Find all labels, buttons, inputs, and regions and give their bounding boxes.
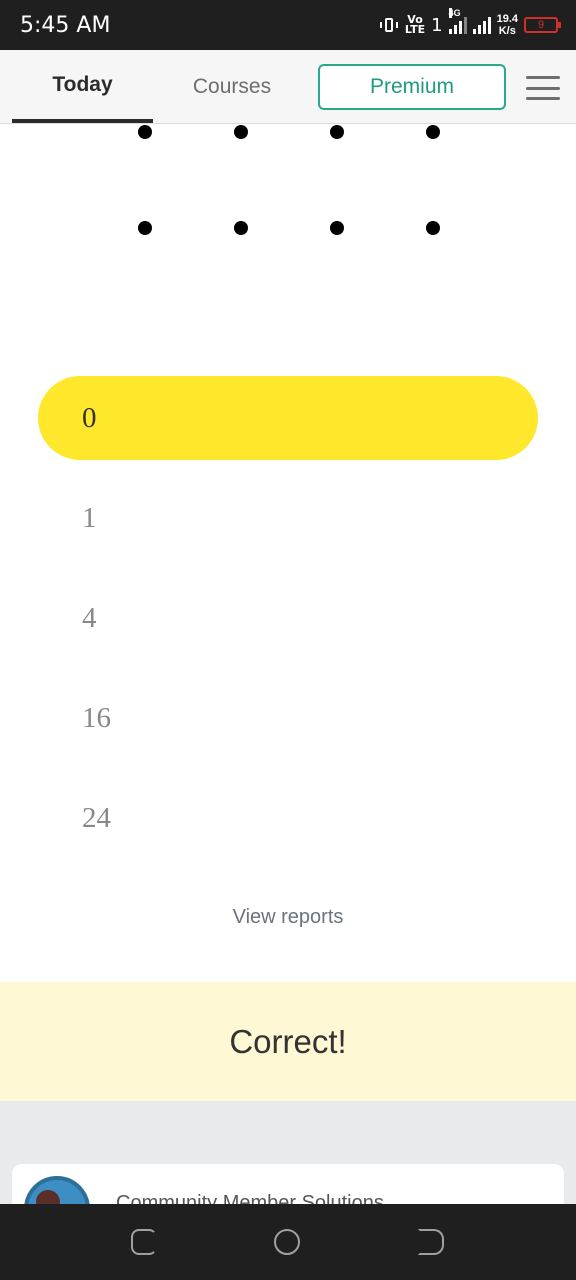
community-solutions-card[interactable]: Community Member Solutions (12, 1164, 564, 1204)
volte-icon: Vo LTE (404, 13, 426, 36)
dot (426, 221, 440, 235)
feedback-text: Correct! (229, 1022, 347, 1060)
card-title: Community Member Solutions (116, 1192, 384, 1204)
avatar (24, 1176, 90, 1204)
recent-apps-icon[interactable] (131, 1229, 157, 1255)
view-reports-link[interactable]: View reports (0, 906, 576, 929)
screen: 5:45 AM Vo LTE 1 4G 19.4 K/s 9 Today Cours… (0, 0, 576, 1280)
network-type: 4G (448, 8, 461, 18)
home-icon[interactable] (274, 1229, 300, 1255)
answer-option[interactable]: 24 (38, 776, 538, 860)
dot (330, 125, 344, 139)
answer-option[interactable]: 4 (38, 576, 538, 660)
vibrate-icon (379, 15, 399, 35)
dot (138, 221, 152, 235)
answer-label: 0 (82, 401, 97, 434)
answer-label: 4 (82, 601, 97, 634)
status-bar: 5:45 AM Vo LTE 1 4G 19.4 K/s 9 (0, 0, 576, 50)
answer-option[interactable]: 1 (38, 476, 538, 560)
tab-courses[interactable]: Courses (170, 50, 294, 123)
status-time: 5:45 AM (20, 13, 111, 38)
answer-option[interactable]: 16 (38, 676, 538, 760)
sim-indicator: 1 (431, 14, 443, 36)
top-nav: Today Courses Premium (0, 50, 576, 124)
dot (234, 125, 248, 139)
dot (234, 221, 248, 235)
network-speed: 19.4 K/s (496, 13, 518, 37)
answer-label: 24 (82, 801, 111, 834)
answer-option-selected[interactable]: 0 (38, 376, 538, 460)
dot (138, 125, 152, 139)
tab-today[interactable]: Today (12, 50, 153, 123)
hamburger-menu-icon[interactable] (526, 76, 560, 100)
dot (330, 221, 344, 235)
battery-icon: 9 (524, 17, 561, 33)
premium-button[interactable]: Premium (318, 64, 506, 110)
feedback-banner: Correct! (0, 982, 576, 1101)
dot (426, 125, 440, 139)
answer-label: 16 (82, 701, 111, 734)
status-icons: Vo LTE 1 4G 19.4 K/s 9 (379, 8, 561, 42)
system-nav-bar (0, 1204, 576, 1280)
signal-icon: 4G (448, 8, 491, 34)
back-icon[interactable] (418, 1229, 444, 1255)
battery-level: 9 (537, 19, 545, 31)
answer-label: 1 (82, 501, 97, 534)
solutions-section: Community Member Solutions (0, 1101, 576, 1204)
